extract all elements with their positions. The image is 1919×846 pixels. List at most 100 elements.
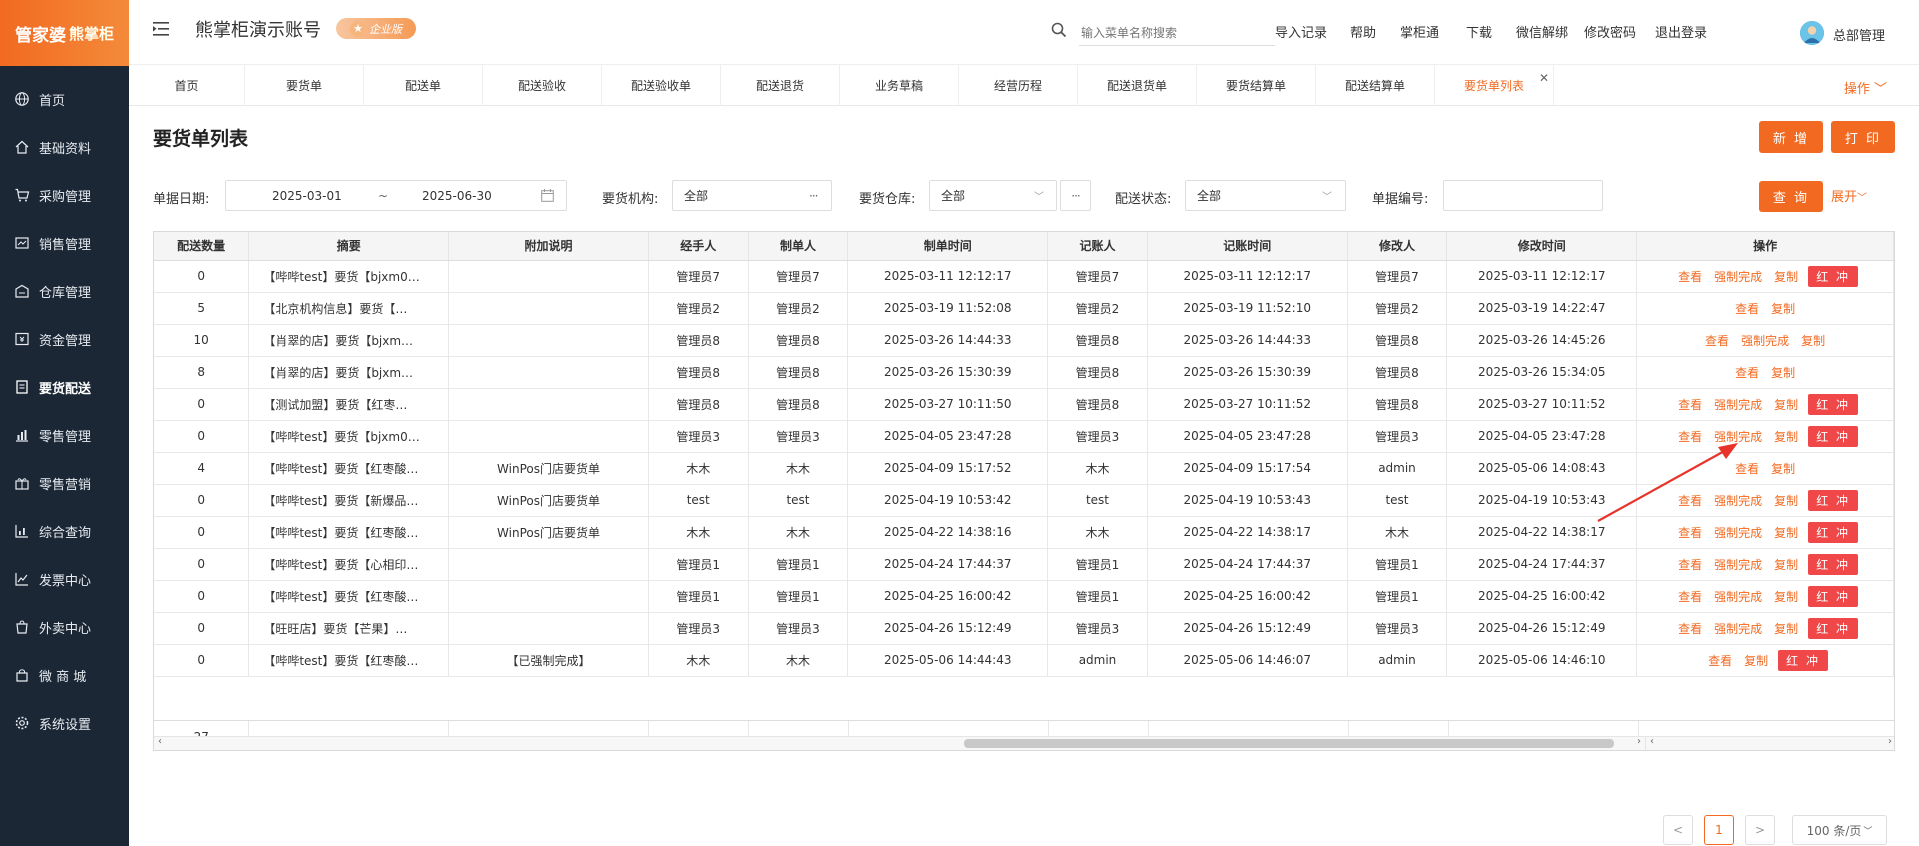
reverse-entry-button[interactable]: 红 冲	[1808, 521, 1859, 543]
tab-0[interactable]: 首页	[129, 65, 245, 106]
menu-toggle-icon[interactable]	[153, 21, 171, 37]
logout-link[interactable]: 退出登录	[1655, 22, 1707, 41]
copy-link[interactable]: 复制	[1774, 622, 1798, 636]
download-link[interactable]: 下载	[1466, 22, 1492, 41]
page-size-select[interactable]: 100 条/页 ﹀	[1792, 815, 1887, 845]
date-to[interactable]: 2025-06-30	[422, 189, 492, 203]
more-icon[interactable]: ···	[809, 189, 819, 203]
table-row[interactable]: 0 【测试加盟】要货【红枣… 管理员8 管理员8 2025-03-27 10:11:50…	[154, 388, 1894, 421]
view-link[interactable]: 查看	[1735, 366, 1759, 380]
view-link[interactable]: 查看	[1678, 398, 1702, 412]
warehouse-more-button[interactable]: ···	[1060, 180, 1091, 211]
sidebar-item-3[interactable]: 销售管理	[0, 219, 129, 267]
column-header[interactable]: 操作	[1636, 232, 1894, 261]
query-button[interactable]: 查 询	[1759, 181, 1823, 212]
tab-5[interactable]: 配送退货	[721, 65, 840, 106]
date-from[interactable]: 2025-03-01	[272, 189, 342, 203]
table-row[interactable]: 0 【哔哔test】要货【bjxm0… 管理员3 管理员3 2025-04-05 23:…	[154, 420, 1894, 453]
sidebar-item-13[interactable]: 系统设置	[0, 699, 129, 747]
force-complete-link[interactable]: 强制完成	[1714, 558, 1762, 572]
sidebar-item-11[interactable]: 外卖中心	[0, 603, 129, 651]
table-row[interactable]: 0 【哔哔test】要货【红枣酸… 【已强制完成】 木木 木木 2025-05-06 14…	[154, 644, 1894, 677]
tab-2[interactable]: 配送单	[364, 65, 483, 106]
tab-operations-menu[interactable]: 操作 ﹀	[1844, 78, 1887, 97]
view-link[interactable]: 查看	[1735, 302, 1759, 316]
scrollbar-thumb[interactable]	[964, 739, 1614, 748]
prev-page-button[interactable]: <	[1663, 815, 1693, 845]
column-header[interactable]: 修改时间	[1446, 232, 1638, 261]
sidebar-item-6[interactable]: 要货配送	[0, 363, 129, 411]
import-records-link[interactable]: 导入记录	[1275, 22, 1327, 41]
bill-no-input[interactable]	[1443, 180, 1603, 211]
view-link[interactable]: 查看	[1678, 494, 1702, 508]
sidebar-item-10[interactable]: 发票中心	[0, 555, 129, 603]
table-row[interactable]: 10 【肖翠的店】要货【bjxm… 管理员8 管理员8 2025-03-26 14:44…	[154, 324, 1894, 357]
force-complete-link[interactable]: 强制完成	[1714, 590, 1762, 604]
table-row[interactable]: 0 【哔哔test】要货【红枣酸… 管理员1 管理员1 2025-04-25 16:00…	[154, 580, 1894, 613]
avatar[interactable]	[1800, 21, 1824, 45]
column-header[interactable]: 制单人	[748, 232, 849, 261]
status-select[interactable]: 全部 ﹀	[1185, 180, 1346, 211]
tab-8[interactable]: 配送退货单	[1078, 65, 1197, 106]
reverse-entry-button[interactable]: 红 冲	[1808, 553, 1859, 575]
column-header[interactable]: 记账时间	[1147, 232, 1348, 261]
view-link[interactable]: 查看	[1678, 270, 1702, 284]
view-link[interactable]: 查看	[1705, 334, 1729, 348]
help-link[interactable]: 帮助	[1350, 22, 1376, 41]
fixed-column-scrollbar[interactable]: ‹ ›	[1645, 736, 1894, 750]
copy-link[interactable]: 复制	[1774, 430, 1798, 444]
zhanggui-link[interactable]: 掌柜通	[1400, 22, 1439, 41]
table-row[interactable]: 0 【哔哔test】要货【心相印… 管理员1 管理员1 2025-04-24 17:44…	[154, 548, 1894, 581]
current-page-button[interactable]: 1	[1704, 815, 1734, 845]
sidebar-item-0[interactable]: 首页	[0, 75, 129, 123]
tab-6[interactable]: 业务草稿	[840, 65, 959, 106]
sidebar-item-9[interactable]: 综合查询	[0, 507, 129, 555]
org-select[interactable]: 全部 ···	[672, 180, 832, 211]
table-row[interactable]: 0 【哔哔test】要货【新爆品… WinPos门店要货单 test test 2025-…	[154, 484, 1894, 517]
scroll-right-icon[interactable]: ›	[1888, 736, 1892, 747]
tab-7[interactable]: 经营历程	[959, 65, 1078, 106]
view-link[interactable]: 查看	[1708, 654, 1732, 668]
column-header[interactable]: 配送数量	[154, 232, 250, 261]
wechat-unbind-link[interactable]: 微信解绑	[1516, 22, 1568, 41]
sidebar-item-7[interactable]: 零售管理	[0, 411, 129, 459]
tab-1[interactable]: 要货单	[245, 65, 364, 106]
force-complete-link[interactable]: 强制完成	[1741, 334, 1789, 348]
search-icon[interactable]	[1051, 22, 1067, 38]
view-link[interactable]: 查看	[1678, 558, 1702, 572]
copy-link[interactable]: 复制	[1774, 590, 1798, 604]
sidebar-item-1[interactable]: 基础资料	[0, 123, 129, 171]
user-name[interactable]: 总部管理	[1833, 25, 1885, 44]
column-header[interactable]: 摘要	[248, 232, 450, 261]
copy-link[interactable]: 复制	[1774, 526, 1798, 540]
view-link[interactable]: 查看	[1678, 430, 1702, 444]
force-complete-link[interactable]: 强制完成	[1714, 494, 1762, 508]
table-row[interactable]: 0 【哔哔test】要货【红枣酸… WinPos门店要货单 木木 木木 2025-04-2…	[154, 516, 1894, 549]
copy-link[interactable]: 复制	[1774, 270, 1798, 284]
horizontal-scrollbar[interactable]: ‹ ›	[154, 736, 1645, 750]
tab-11[interactable]: 要货单列表	[1435, 65, 1554, 106]
date-range-picker[interactable]: 2025-03-01 ~ 2025-06-30	[225, 180, 567, 211]
column-header[interactable]: 修改人	[1347, 232, 1448, 261]
change-password-link[interactable]: 修改密码	[1584, 22, 1636, 41]
tab-10[interactable]: 配送结算单	[1316, 65, 1435, 106]
copy-link[interactable]: 复制	[1774, 494, 1798, 508]
reverse-entry-button[interactable]: 红 冲	[1808, 393, 1859, 415]
add-button[interactable]: 新 增	[1759, 121, 1823, 153]
menu-search-input[interactable]	[1079, 20, 1275, 46]
force-complete-link[interactable]: 强制完成	[1714, 526, 1762, 540]
copy-link[interactable]: 复制	[1771, 462, 1795, 476]
view-link[interactable]: 查看	[1678, 590, 1702, 604]
expand-filters-toggle[interactable]: 展开﹀	[1831, 186, 1867, 205]
reverse-entry-button[interactable]: 红 冲	[1808, 585, 1859, 607]
reverse-entry-button[interactable]: 红 冲	[1778, 649, 1828, 671]
force-complete-link[interactable]: 强制完成	[1714, 270, 1762, 284]
tab-3[interactable]: 配送验收	[483, 65, 602, 106]
reverse-entry-button[interactable]: 红 冲	[1808, 617, 1859, 639]
scroll-left-icon[interactable]: ‹	[1650, 736, 1654, 747]
column-header[interactable]: 记账人	[1047, 232, 1148, 261]
force-complete-link[interactable]: 强制完成	[1714, 430, 1762, 444]
view-link[interactable]: 查看	[1678, 622, 1702, 636]
scroll-right-icon[interactable]: ›	[1637, 736, 1641, 747]
copy-link[interactable]: 复制	[1771, 366, 1795, 380]
